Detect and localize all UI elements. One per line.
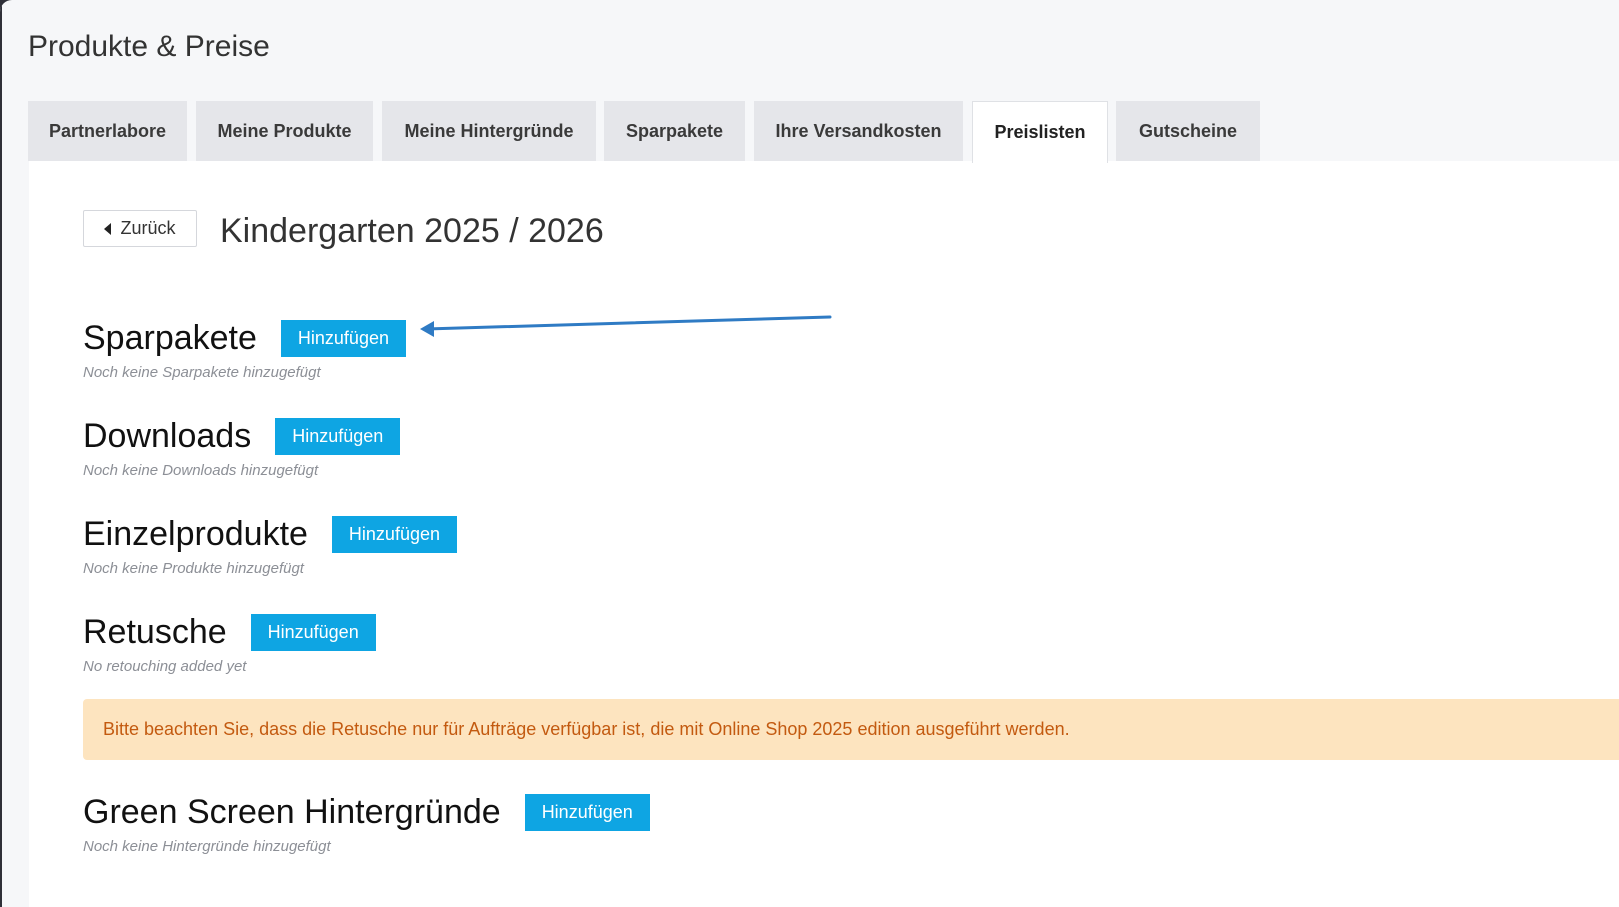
- empty-state-text: Noch keine Downloads hinzugefügt: [83, 462, 319, 479]
- price-list-title: Kindergarten 2025 / 2026: [220, 212, 604, 250]
- section-green-screen: Green Screen Hintergründe Hinzufügen Noc…: [83, 792, 650, 855]
- add-downloads-button[interactable]: Hinzufügen: [275, 417, 401, 455]
- page-title: Produkte & Preise: [28, 30, 270, 63]
- section-einzelprodukte: Einzelprodukte Hinzufügen Noch keine Pro…: [83, 514, 457, 577]
- section-title: Downloads: [83, 416, 252, 455]
- back-button-label: Zurück: [120, 218, 176, 238]
- app-window: Produkte & Preise Partnerlabore Meine Pr…: [0, 0, 1619, 907]
- tab-gutscheine[interactable]: Gutscheine: [1116, 101, 1260, 161]
- tab-versandkosten[interactable]: Ihre Versandkosten: [754, 101, 963, 161]
- empty-state-text: Noch keine Sparpakete hinzugefügt: [83, 364, 321, 381]
- tab-partnerlabore[interactable]: Partnerlabore: [28, 101, 187, 161]
- section-sparpakete: Sparpakete Hinzufügen Noch keine Sparpak…: [83, 318, 406, 381]
- add-hintergruende-button[interactable]: Hinzufügen: [524, 793, 650, 831]
- add-retusche-button[interactable]: Hinzufügen: [250, 613, 376, 651]
- section-title: Retusche: [83, 612, 227, 651]
- empty-state-text: Noch keine Produkte hinzugefügt: [83, 560, 304, 577]
- add-sparpakete-button[interactable]: Hinzufügen: [280, 319, 406, 357]
- section-title: Einzelprodukte: [83, 514, 308, 553]
- tab-meine-hintergruende[interactable]: Meine Hintergründe: [382, 101, 596, 161]
- section-title: Sparpakete: [83, 318, 257, 357]
- section-retusche: Retusche Hinzufügen No retouching added …: [83, 612, 376, 675]
- empty-state-text: Noch keine Hintergründe hinzugefügt: [83, 838, 331, 855]
- caret-left-icon: [104, 222, 112, 235]
- empty-state-text: No retouching added yet: [83, 658, 247, 675]
- tab-meine-produkte[interactable]: Meine Produkte: [196, 101, 373, 161]
- section-title: Green Screen Hintergründe: [83, 792, 501, 831]
- annotation-arrow-icon: [420, 315, 832, 337]
- back-button[interactable]: Zurück: [83, 210, 197, 247]
- section-downloads: Downloads Hinzufügen Noch keine Download…: [83, 416, 401, 479]
- retouch-notice: Bitte beachten Sie, dass die Retusche nu…: [83, 699, 1619, 760]
- tab-sparpakete[interactable]: Sparpakete: [604, 101, 745, 161]
- tab-preislisten[interactable]: Preislisten: [972, 101, 1108, 163]
- window-edge: [0, 0, 2, 907]
- add-einzelprodukte-button[interactable]: Hinzufügen: [331, 515, 457, 553]
